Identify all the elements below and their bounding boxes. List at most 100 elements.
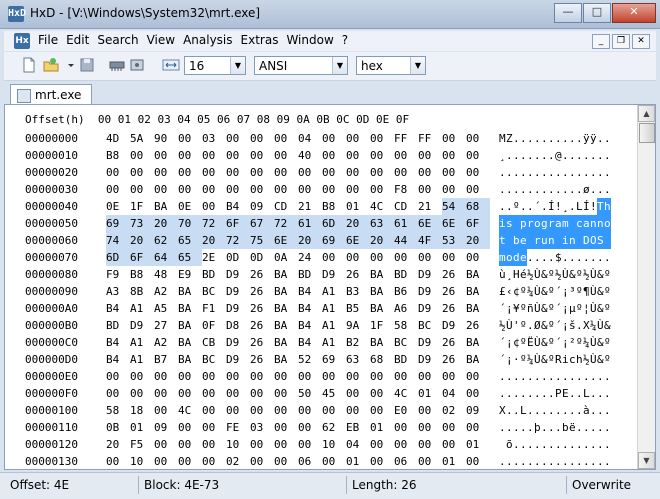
text-char[interactable]: n (548, 232, 555, 249)
text-char[interactable]: ¢ (513, 283, 520, 300)
hex-byte[interactable]: 00 (274, 147, 298, 164)
menu-window[interactable]: Window (286, 33, 333, 47)
text-char[interactable]: ¢ (513, 334, 520, 351)
hex-byte[interactable]: 20 (106, 436, 130, 453)
hex-byte[interactable]: BA (274, 334, 298, 351)
hex-byte[interactable]: 00 (274, 164, 298, 181)
hex-byte[interactable]: 64 (154, 249, 178, 266)
text-char[interactable]: . (576, 249, 583, 266)
text-char[interactable]: . (576, 419, 583, 436)
hex-byte[interactable]: 00 (130, 368, 154, 385)
text-char[interactable]: m (499, 249, 506, 266)
text-char[interactable]: P (555, 385, 562, 402)
text-char[interactable]: . (506, 402, 513, 419)
text-char[interactable]: . (590, 249, 597, 266)
hex-byte[interactable]: D9 (226, 266, 250, 283)
hex-byte[interactable]: 00 (466, 249, 490, 266)
hex-byte[interactable]: BA (274, 283, 298, 300)
text-char[interactable]: . (555, 402, 562, 419)
hex-byte[interactable]: 00 (106, 164, 130, 181)
text-char[interactable]: Ù (534, 351, 541, 368)
hex-byte[interactable]: 65 (178, 232, 202, 249)
text-column[interactable]: ù¸Hé½Ù&º½Ù&º½Ù&º (499, 266, 611, 283)
text-char[interactable]: t (499, 232, 506, 249)
text-char[interactable]: . (527, 368, 534, 385)
hex-byte[interactable]: BA (466, 334, 490, 351)
hex-bytes[interactable]: 4D 5A 90 00 03 00 00 00 04 00 00 00 FF FF 00 00 (106, 130, 490, 147)
hex-byte[interactable]: 26 (442, 351, 466, 368)
text-char[interactable]: . (513, 402, 520, 419)
text-char[interactable]: L (520, 402, 527, 419)
text-char[interactable]: c (576, 215, 583, 232)
text-char[interactable]: . (548, 147, 555, 164)
text-char[interactable]: º (604, 351, 611, 368)
hex-byte[interactable]: 00 (394, 164, 418, 181)
hex-byte[interactable]: B8 (322, 198, 346, 215)
hex-byte[interactable]: 24 (298, 249, 322, 266)
hex-byte[interactable]: 0E (178, 198, 202, 215)
text-char[interactable]: . (541, 249, 548, 266)
menu-edit[interactable]: Edit (66, 33, 89, 47)
text-char[interactable]: ù (499, 266, 506, 283)
text-char[interactable]: . (555, 453, 562, 469)
hex-byte[interactable]: 00 (466, 147, 490, 164)
hex-byte[interactable]: 01 (130, 419, 154, 436)
hex-byte[interactable]: 27 (154, 317, 178, 334)
hex-byte[interactable]: 0D (226, 249, 250, 266)
hex-byte[interactable]: BA (274, 266, 298, 283)
text-char[interactable]: ñ (527, 300, 534, 317)
hex-byte[interactable]: 00 (298, 419, 322, 436)
text-char[interactable]: ½ (499, 317, 506, 334)
hex-byte[interactable]: 00 (202, 368, 226, 385)
text-char[interactable]: . (548, 368, 555, 385)
text-char[interactable]: ¡ (506, 351, 513, 368)
hex-byte[interactable]: 00 (370, 147, 394, 164)
hex-byte[interactable]: 00 (346, 385, 370, 402)
hex-bytes[interactable]: 00 00 00 00 00 00 00 00 00 00 00 00 F8 00 00 00 (106, 181, 490, 198)
hex-byte[interactable]: CD (274, 198, 298, 215)
hex-byte[interactable]: FF (394, 130, 418, 147)
text-char[interactable]: . (499, 164, 506, 181)
hex-byte[interactable]: 26 (442, 266, 466, 283)
text-char[interactable]: . (534, 436, 541, 453)
mdi-minimize-button[interactable]: _ (592, 34, 610, 49)
hex-byte[interactable]: 18 (130, 402, 154, 419)
hex-byte[interactable]: 00 (298, 402, 322, 419)
hex-byte[interactable]: 00 (178, 164, 202, 181)
hex-byte[interactable]: B7 (154, 351, 178, 368)
text-char[interactable]: o (534, 215, 541, 232)
text-char[interactable]: º (548, 351, 555, 368)
hex-byte[interactable]: 00 (466, 368, 490, 385)
text-char[interactable]: . (520, 147, 527, 164)
hex-byte[interactable]: 00 (322, 249, 346, 266)
text-char[interactable]: d (513, 249, 520, 266)
text-char[interactable]: e (520, 249, 527, 266)
text-char[interactable]: H (513, 266, 520, 283)
text-char[interactable]: ´ (534, 198, 541, 215)
hex-byte[interactable]: 10 (226, 436, 250, 453)
hex-byte[interactable]: D9 (226, 334, 250, 351)
scroll-down-icon[interactable]: ▼ (638, 452, 655, 469)
text-char[interactable]: . (541, 181, 548, 198)
text-char[interactable]: & (597, 283, 604, 300)
hex-byte[interactable]: B4 (298, 317, 322, 334)
text-char[interactable]: Ù (597, 317, 604, 334)
hex-byte[interactable]: 01 (418, 385, 442, 402)
text-char[interactable]: . (527, 402, 534, 419)
hex-byte[interactable]: 00 (226, 368, 250, 385)
text-char[interactable]: . (562, 164, 569, 181)
hex-byte[interactable]: B5 (346, 300, 370, 317)
hex-byte[interactable]: BA (154, 198, 178, 215)
hex-byte[interactable]: 09 (154, 419, 178, 436)
text-column[interactable]: ........PE..L... (499, 385, 611, 402)
text-char[interactable]: i (499, 215, 506, 232)
hex-byte[interactable]: 1F (370, 317, 394, 334)
text-char[interactable]: . (576, 181, 583, 198)
open-file-icon[interactable] (42, 56, 60, 74)
text-char[interactable]: º (576, 334, 583, 351)
text-char[interactable]: . (604, 402, 611, 419)
text-char[interactable]: º (520, 283, 527, 300)
hex-byte[interactable]: 20 (130, 232, 154, 249)
hex-byte[interactable]: 00 (202, 147, 226, 164)
hex-byte[interactable]: 00 (298, 368, 322, 385)
